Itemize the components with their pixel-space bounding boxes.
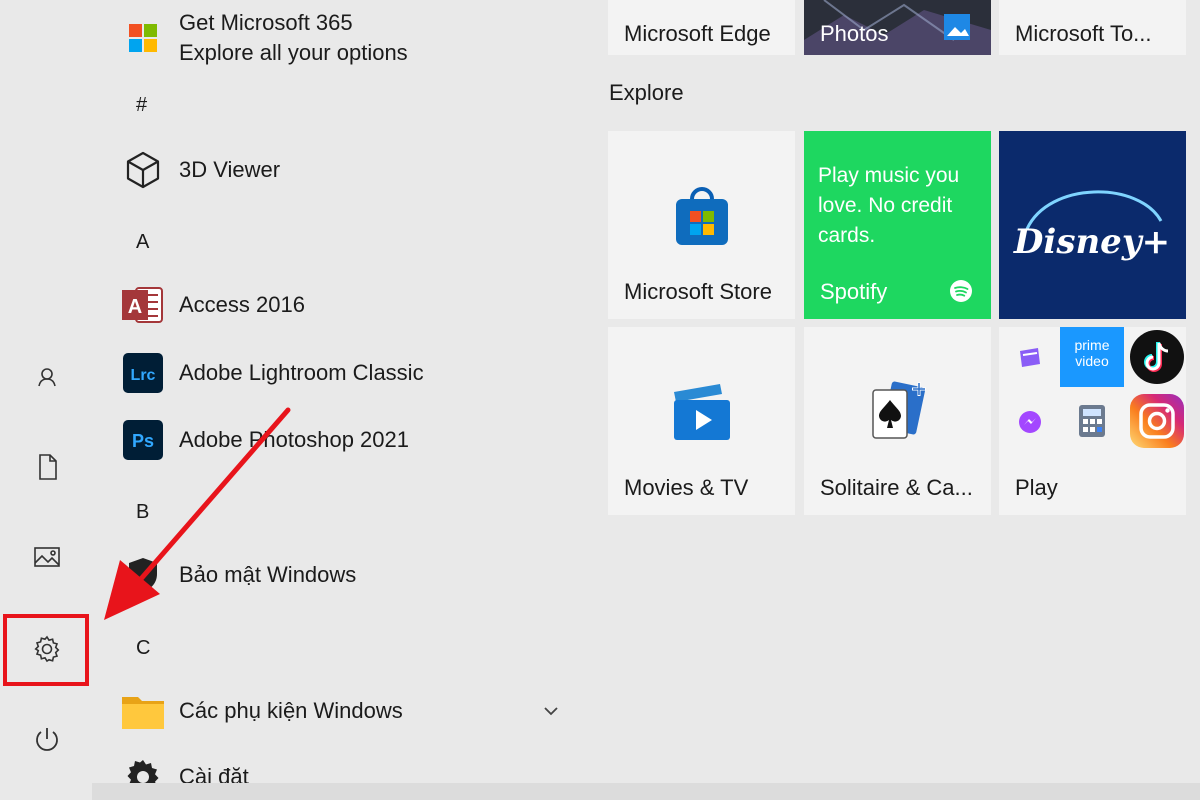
tile-label-todo: Microsoft To... <box>1015 21 1152 46</box>
disney-plus-logo: Disney+ <box>1013 190 1170 262</box>
svg-text:Disney+: Disney+ <box>1013 222 1170 262</box>
section-header-b[interactable]: B <box>136 501 149 524</box>
tiktok-icon <box>1130 330 1184 384</box>
messenger-icon <box>1019 411 1041 433</box>
prime-video-icon: prime video <box>1060 327 1124 387</box>
calculator-icon <box>1079 405 1105 437</box>
tile-label-spotify: Spotify <box>820 279 888 304</box>
instagram-icon <box>1130 394 1184 448</box>
section-header-c[interactable]: C <box>136 637 150 660</box>
ms365-subtitle: Explore all your options <box>179 40 408 65</box>
microsoft-logo-icon <box>120 15 166 61</box>
tile-solitaire[interactable]: Solitaire & Ca... <box>804 327 991 515</box>
app-3d-viewer[interactable]: 3D Viewer <box>120 147 280 193</box>
tile-microsoft-edge[interactable]: Microsoft Edge <box>608 0 795 55</box>
tile-photos[interactable]: Photos <box>804 0 991 55</box>
tile-microsoft-todo[interactable]: Microsoft To... <box>999 0 1186 55</box>
app-windows-accessories[interactable]: Các phụ kiện Windows <box>120 688 403 734</box>
taskbar-strip <box>92 783 1200 800</box>
ms365-title: Get Microsoft 365 <box>179 10 353 35</box>
prime-video-line1: prime <box>1074 337 1110 353</box>
tile-label-photos: Photos <box>820 21 889 46</box>
tile-label-store: Microsoft Store <box>624 279 772 304</box>
tile-play-folder[interactable]: prime video Play <box>999 327 1186 515</box>
tile-disney-plus[interactable]: Disney+ <box>999 131 1186 319</box>
tile-label-play: Play <box>1015 475 1058 500</box>
cube-icon <box>120 147 166 193</box>
spotify-promo-text: Play music you love. No credit cards. <box>818 164 960 247</box>
tile-group-title[interactable]: Explore <box>609 80 684 106</box>
user-button[interactable] <box>20 350 74 404</box>
photoshop-icon: Ps <box>120 417 166 463</box>
documents-button[interactable] <box>20 440 74 494</box>
lightroom-icon: Lrc <box>120 350 166 396</box>
user-icon <box>38 368 56 387</box>
folder-icon <box>120 688 166 734</box>
app-photoshop[interactable]: Ps Adobe Photoshop 2021 <box>120 417 409 463</box>
section-header-hash[interactable]: # <box>136 94 147 117</box>
spotify-logo-icon <box>950 280 972 302</box>
prime-video-line2: video <box>1075 353 1109 369</box>
tile-movies-tv[interactable]: Movies & TV <box>608 327 795 515</box>
app-lightroom[interactable]: Lrc Adobe Lightroom Classic <box>120 350 424 396</box>
documents-icon <box>39 454 57 480</box>
tile-spotify[interactable]: Play music you love. No credit cards. Sp… <box>804 131 991 319</box>
app-get-microsoft-365[interactable]: Get Microsoft 365 Explore all your optio… <box>120 8 408 68</box>
app-label-windows-accessories: Các phụ kiện Windows <box>179 698 403 723</box>
shield-icon <box>120 552 166 598</box>
settings-highlight-box <box>3 614 89 686</box>
pictures-icon <box>34 547 60 567</box>
movies-play-icon <box>673 384 730 441</box>
power-icon <box>36 728 58 751</box>
tile-label-solitaire: Solitaire & Ca... <box>820 475 973 500</box>
app-label-photoshop: Adobe Photoshop 2021 <box>179 427 409 452</box>
tile-label-edge: Microsoft Edge <box>624 21 771 46</box>
power-button[interactable] <box>20 712 74 766</box>
app-label-3d-viewer: 3D Viewer <box>179 157 281 182</box>
app-label-lightroom: Adobe Lightroom Classic <box>179 360 424 385</box>
svg-text:Ps: Ps <box>132 431 154 451</box>
svg-text:A: A <box>128 296 142 318</box>
app-access-2016[interactable]: A Access 2016 <box>120 282 305 328</box>
access-icon: A <box>120 282 166 328</box>
section-header-a[interactable]: A <box>136 231 149 254</box>
pictures-button[interactable] <box>20 530 74 584</box>
start-rail <box>0 0 92 800</box>
app-windows-security[interactable]: Bảo mật Windows <box>120 552 356 598</box>
chevron-down-icon[interactable] <box>540 700 562 722</box>
app-label-access: Access 2016 <box>179 292 305 317</box>
cards-spade-icon <box>871 382 926 440</box>
tile-label-movies: Movies & TV <box>624 475 749 500</box>
svg-text:Lrc: Lrc <box>131 367 156 384</box>
app-label-windows-security: Bảo mật Windows <box>179 562 357 587</box>
app-list: Get Microsoft 365 Explore all your optio… <box>92 0 588 800</box>
tile-microsoft-store[interactable]: Microsoft Store <box>608 131 795 319</box>
store-bag-icon <box>675 187 728 246</box>
clipchamp-icon <box>1020 348 1040 367</box>
